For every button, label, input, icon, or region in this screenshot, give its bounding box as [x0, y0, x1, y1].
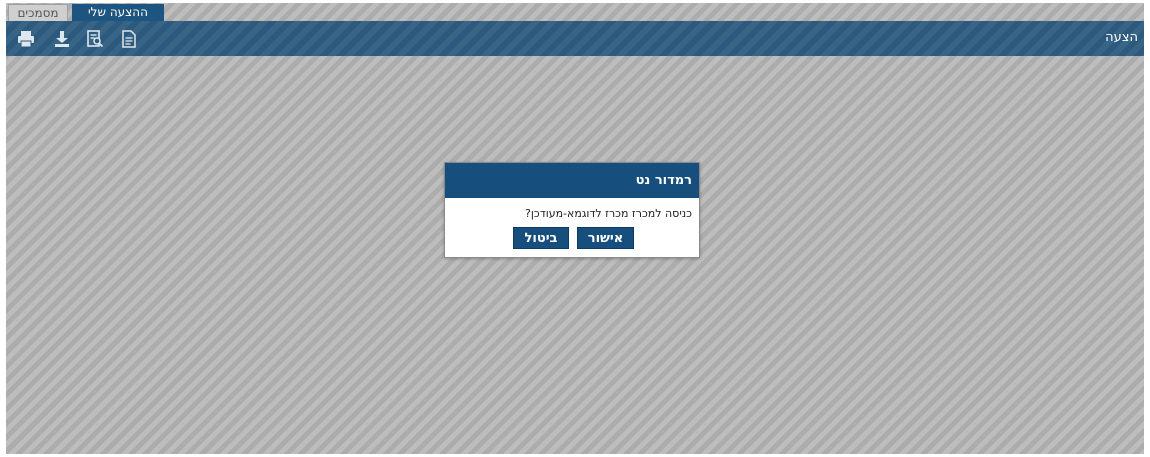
tab-documents[interactable]: מסמכים [8, 4, 68, 21]
dialog-buttons: ביטול אישור [513, 227, 635, 249]
document-icon[interactable] [119, 29, 139, 49]
tab-bar: מסמכים ההצעה שלי [6, 3, 166, 22]
confirm-dialog: רמדור נט כניסה למכרז מכרז לדוגמא-מעודכן?… [444, 162, 700, 258]
preview-icon[interactable] [85, 29, 105, 49]
dialog-title: רמדור נט [445, 163, 699, 198]
tab-my-offer[interactable]: ההצעה שלי [72, 4, 164, 21]
ok-button[interactable]: אישור [577, 227, 634, 249]
download-icon[interactable] [52, 29, 72, 49]
cancel-button[interactable]: ביטול [513, 227, 569, 249]
toolbar: הצעה [6, 21, 1144, 56]
print-icon[interactable] [16, 29, 36, 49]
page-title: הצעה [1105, 30, 1138, 45]
dialog-message: כניסה למכרז מכרז לדוגמא-מעודכן? [525, 207, 692, 220]
